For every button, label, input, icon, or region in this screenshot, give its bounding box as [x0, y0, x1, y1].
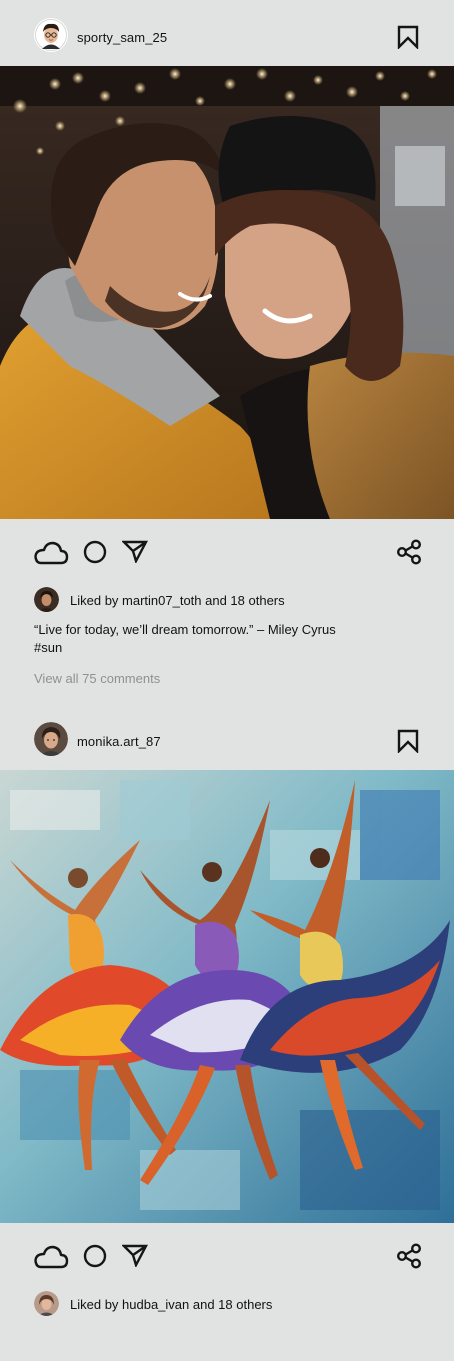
avatar[interactable]: [34, 722, 68, 756]
likes-text[interactable]: Liked by hudba_ivan and 18 others: [70, 1297, 272, 1312]
username[interactable]: sporty_sam_25: [77, 30, 167, 45]
like-cloud-icon[interactable]: [33, 1244, 69, 1270]
likes-text[interactable]: Liked by martin07_toth and 18 others: [70, 593, 285, 608]
view-comments-link[interactable]: View all 75 comments: [34, 671, 160, 686]
send-icon[interactable]: [121, 1243, 148, 1269]
couple-photo: [0, 66, 454, 519]
bookmark-icon[interactable]: [397, 729, 419, 754]
caption: “Live for today, we’ll dream tomorrow.” …: [34, 621, 424, 657]
share-icon[interactable]: [396, 539, 422, 565]
share-icon[interactable]: [396, 1243, 422, 1269]
avatar-illustration: [34, 722, 68, 756]
ballerinas-painting: [0, 770, 454, 1223]
comment-circle-icon[interactable]: [83, 540, 107, 564]
username[interactable]: monika.art_87: [77, 734, 161, 749]
post-image[interactable]: [0, 770, 454, 1223]
caption-hashtag[interactable]: #sun: [34, 639, 424, 657]
post-image[interactable]: [0, 66, 454, 519]
avatar[interactable]: [34, 18, 68, 52]
comment-circle-icon[interactable]: [83, 1244, 107, 1268]
bookmark-icon[interactable]: [397, 25, 419, 50]
liker-avatar[interactable]: [34, 587, 59, 612]
like-cloud-icon[interactable]: [33, 540, 69, 566]
avatar-illustration: [34, 18, 68, 52]
post-2: monika.art_87 Liked by hudba_ivan and 18…: [0, 704, 454, 1361]
send-icon[interactable]: [121, 539, 148, 565]
caption-quote: “Live for today, we’ll dream tomorrow.” …: [34, 622, 336, 637]
post-1: sporty_sam_25 Liked by martin07_toth and…: [0, 0, 454, 700]
liker-avatar[interactable]: [34, 1291, 59, 1316]
post-header: sporty_sam_25: [0, 0, 454, 66]
post-header: monika.art_87: [0, 704, 454, 770]
